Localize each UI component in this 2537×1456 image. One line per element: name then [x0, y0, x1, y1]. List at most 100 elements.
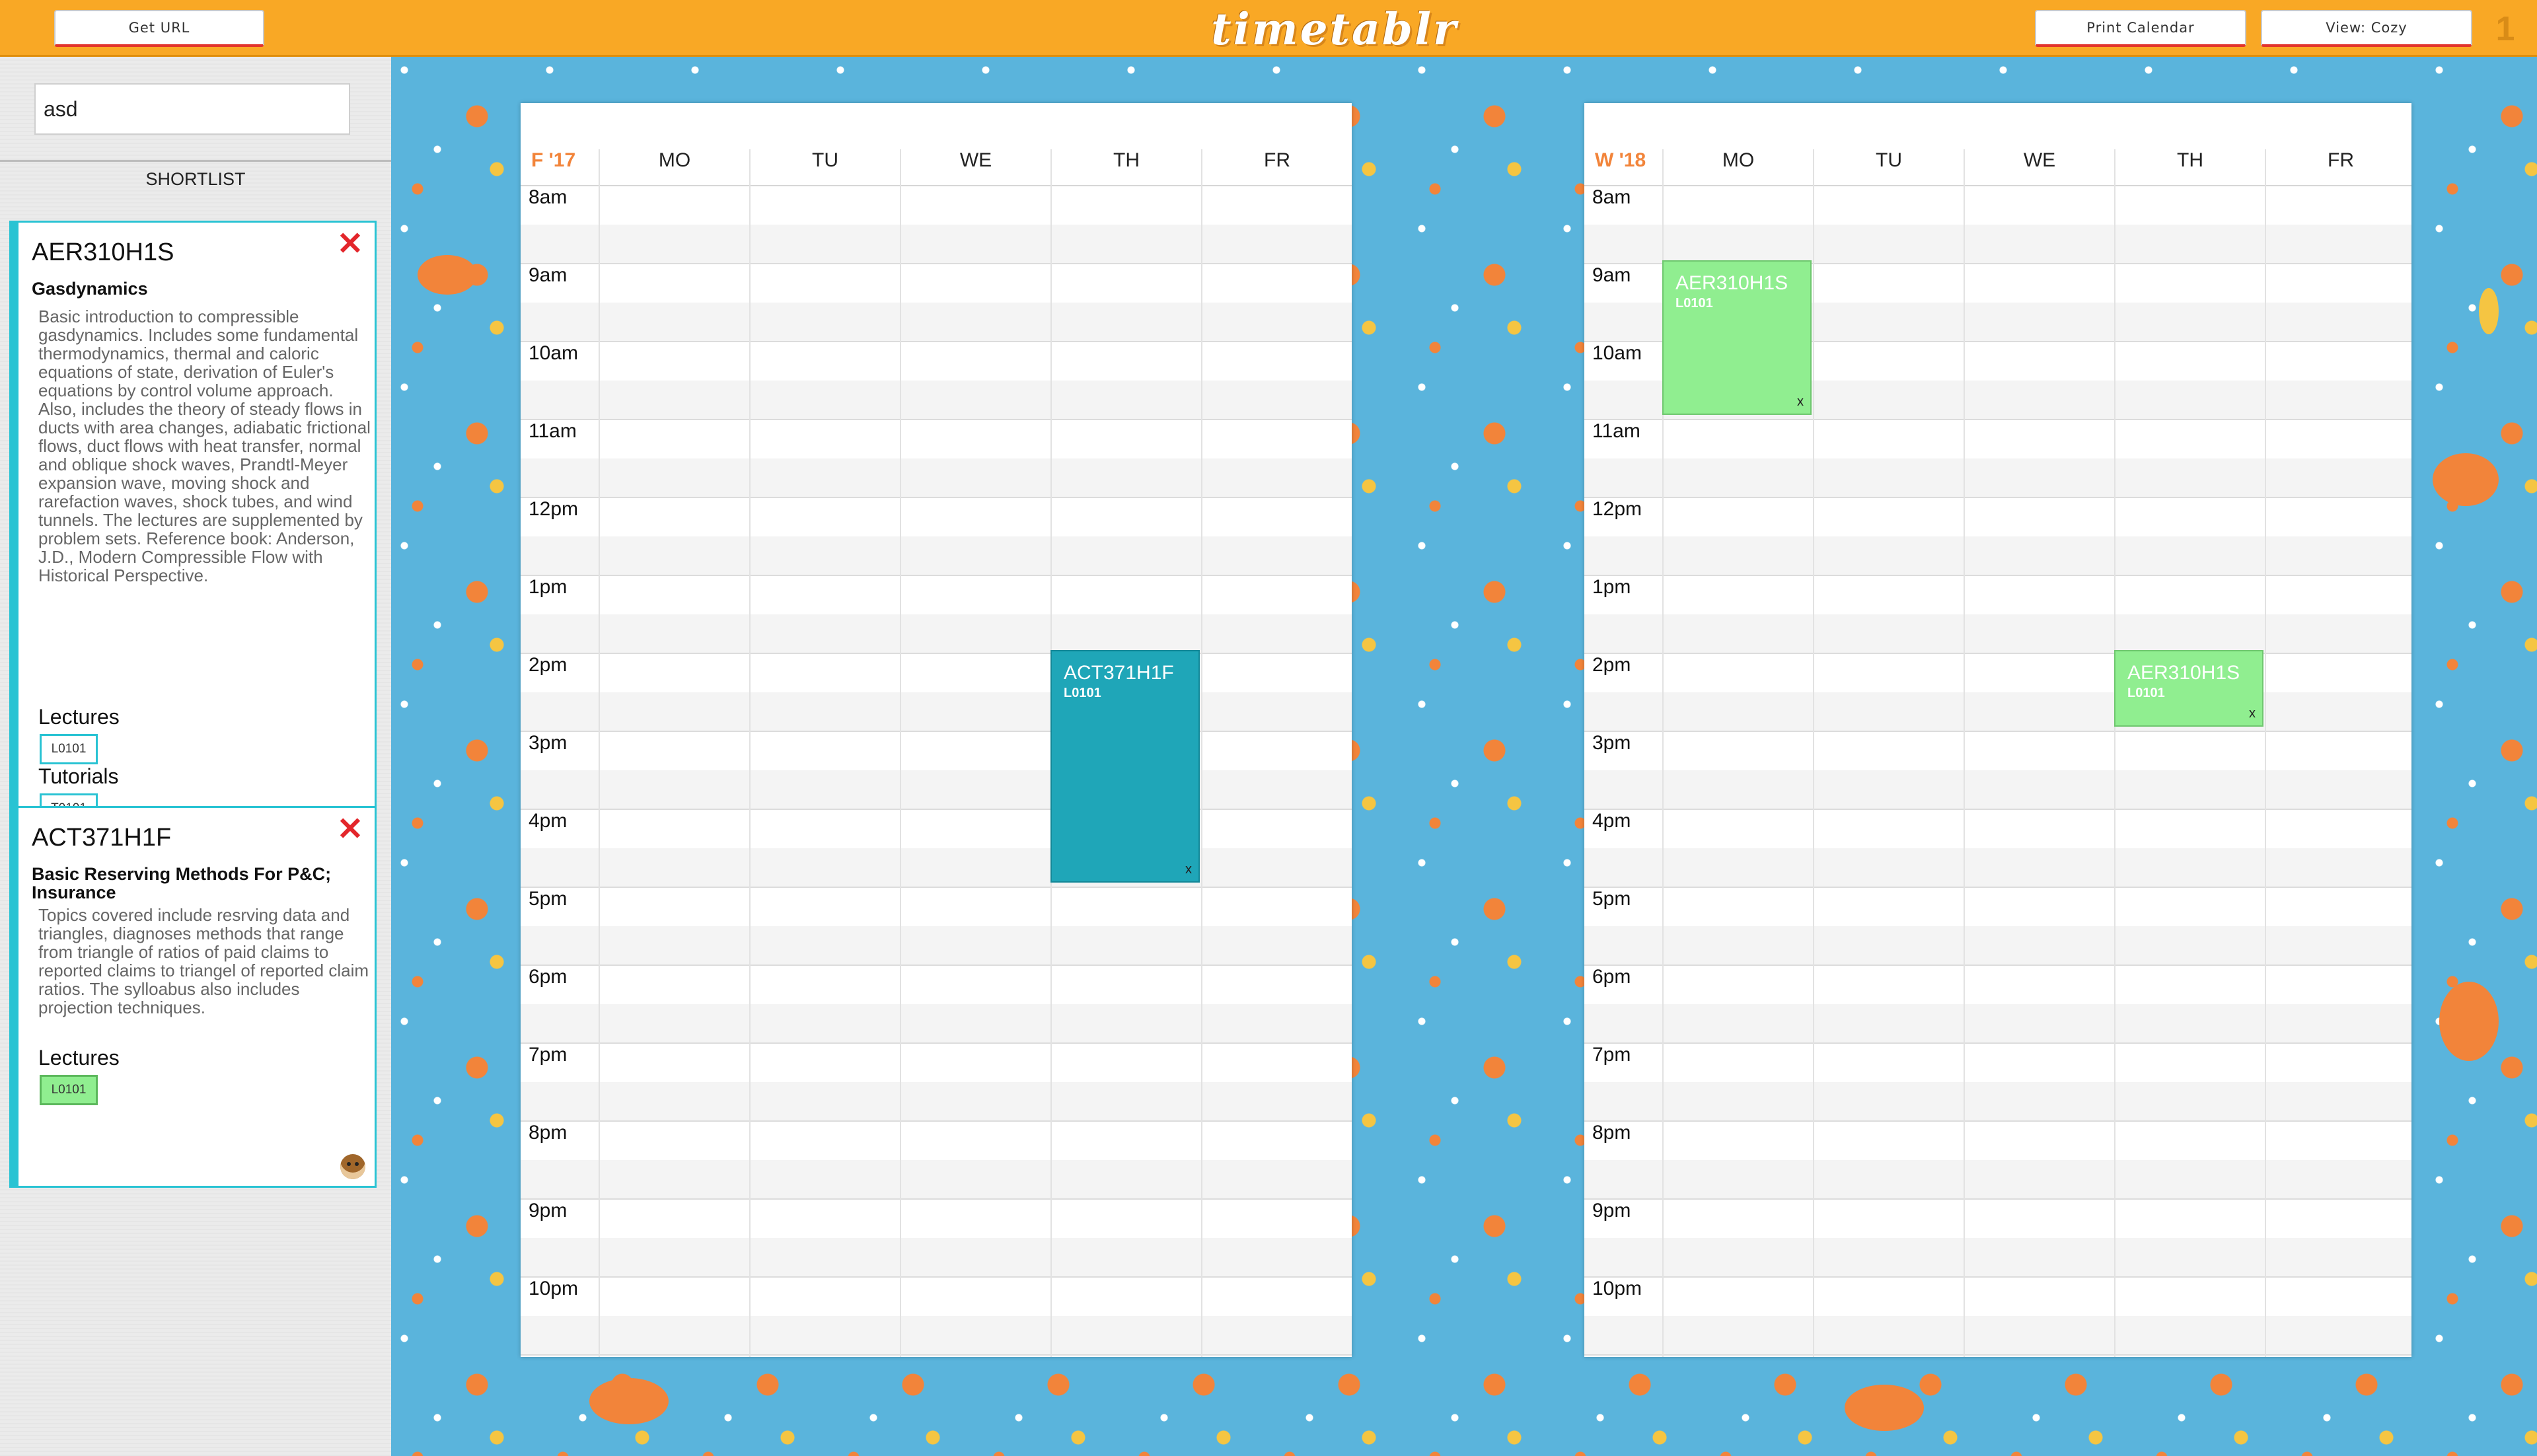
half-hour-slot[interactable]: [521, 770, 1352, 809]
lecture-section-tag[interactable]: L0101: [40, 734, 98, 764]
half-hour-slot[interactable]: [1584, 186, 2411, 225]
day-header-th: TH: [2177, 149, 2203, 171]
half-hour-slot[interactable]: [1584, 420, 2411, 458]
hour-label: 7pm: [1592, 1044, 1631, 1066]
half-hour-slot[interactable]: [521, 381, 1352, 419]
half-hour-slot[interactable]: [1584, 654, 2411, 692]
half-hour-slot[interactable]: [521, 888, 1352, 926]
hour-row: 6pm: [1584, 966, 2411, 1044]
get-url-button[interactable]: Get URL: [54, 10, 264, 47]
hour-row: 7pm: [1584, 1044, 2411, 1122]
half-hour-slot[interactable]: [521, 1122, 1352, 1160]
hour-label: 10pm: [529, 1278, 579, 1299]
hour-row: 2pm: [1584, 654, 2411, 732]
half-hour-slot[interactable]: [521, 966, 1352, 1004]
hour-row: 9pm: [1584, 1200, 2411, 1278]
day-header-th: TH: [1113, 149, 1140, 171]
remove-block-icon[interactable]: x: [2249, 706, 2256, 721]
half-hour-slot[interactable]: [1584, 732, 2411, 770]
half-hour-slot[interactable]: [521, 1238, 1352, 1276]
hour-label: 2pm: [529, 654, 568, 676]
half-hour-slot[interactable]: [1584, 1200, 2411, 1238]
half-hour-slot[interactable]: [1584, 966, 2411, 1004]
half-hour-slot[interactable]: [521, 614, 1352, 653]
remove-course-icon[interactable]: ✕: [335, 229, 365, 260]
half-hour-slot[interactable]: [521, 576, 1352, 614]
course-block-section: L0101: [1064, 686, 1101, 700]
half-hour-slot[interactable]: [521, 420, 1352, 458]
half-hour-slot[interactable]: [521, 654, 1352, 692]
half-hour-slot[interactable]: [521, 810, 1352, 848]
half-hour-slot[interactable]: [521, 536, 1352, 575]
remove-block-icon[interactable]: x: [1797, 394, 1804, 410]
top-bar: Get URL timetablr Print Calendar View: C…: [0, 0, 2537, 57]
half-hour-slot[interactable]: [521, 1160, 1352, 1198]
hour-row: 3pm: [521, 732, 1352, 810]
hour-label: 11am: [1592, 420, 1640, 442]
half-hour-slot[interactable]: [521, 1082, 1352, 1120]
column-divider: [1201, 149, 1202, 1357]
calendar-header: F '17 MO TU WE TH FR: [521, 103, 1352, 185]
lecture-section-tag[interactable]: L0101: [40, 1075, 98, 1105]
half-hour-slot[interactable]: [521, 225, 1352, 263]
half-hour-slot[interactable]: [521, 848, 1352, 887]
half-hour-slot[interactable]: [521, 264, 1352, 303]
half-hour-slot[interactable]: [1584, 848, 2411, 887]
half-hour-slot[interactable]: [1584, 888, 2411, 926]
print-calendar-button[interactable]: Print Calendar: [2035, 10, 2246, 47]
monkey-pattern-decoration: [418, 255, 477, 295]
half-hour-slot[interactable]: [1584, 1004, 2411, 1042]
course-card-aer310h1s[interactable]: AER310H1S ✕ Gasdynamics Basic introducti…: [9, 221, 377, 847]
half-hour-slot[interactable]: [1584, 1044, 2411, 1082]
course-block-aer310h1s[interactable]: AER310H1S L0101 x: [1662, 260, 1812, 415]
half-hour-slot[interactable]: [521, 342, 1352, 381]
remove-block-icon[interactable]: x: [1185, 862, 1192, 877]
half-hour-slot[interactable]: [1584, 770, 2411, 809]
view-mode-button[interactable]: View: Cozy: [2261, 10, 2472, 47]
hour-label: 6pm: [1592, 966, 1631, 988]
hour-row: 4pm: [1584, 810, 2411, 888]
tutorials-label: Tutorials: [38, 764, 119, 788]
hour-row: 8pm: [521, 1122, 1352, 1200]
hour-label: 5pm: [1592, 888, 1631, 910]
remove-course-icon[interactable]: ✕: [335, 814, 365, 846]
half-hour-slot[interactable]: [1584, 1082, 2411, 1120]
half-hour-slot[interactable]: [1584, 458, 2411, 497]
half-hour-slot[interactable]: [521, 303, 1352, 341]
half-hour-slot[interactable]: [521, 186, 1352, 225]
half-hour-slot[interactable]: [521, 1004, 1352, 1042]
hour-label: 9am: [1592, 264, 1631, 286]
half-hour-slot[interactable]: [1584, 225, 2411, 263]
column-divider: [2114, 149, 2115, 1357]
half-hour-slot[interactable]: [1584, 536, 2411, 575]
half-hour-slot[interactable]: [1584, 810, 2411, 848]
half-hour-slot[interactable]: [521, 498, 1352, 536]
half-hour-slot[interactable]: [521, 926, 1352, 965]
course-block-act371h1f[interactable]: ACT371H1F L0101 x: [1050, 650, 1200, 883]
half-hour-slot[interactable]: [1584, 614, 2411, 653]
half-hour-slot[interactable]: [521, 732, 1352, 770]
hour-label: 2pm: [1592, 654, 1631, 676]
hour-label: 9pm: [529, 1200, 568, 1221]
half-hour-slot[interactable]: [1584, 926, 2411, 965]
monkey-icon[interactable]: [340, 1154, 365, 1179]
course-card-act371h1f[interactable]: ACT371H1F ✕ Basic Reserving Methods For …: [9, 806, 377, 1188]
half-hour-slot[interactable]: [521, 1278, 1352, 1316]
half-hour-slot[interactable]: [521, 458, 1352, 497]
course-search-input[interactable]: [34, 83, 350, 135]
half-hour-slot[interactable]: [521, 1200, 1352, 1238]
half-hour-slot[interactable]: [1584, 1238, 2411, 1276]
course-block-aer310h1s[interactable]: AER310H1S L0101 x: [2114, 650, 2263, 727]
half-hour-slot[interactable]: [1584, 1316, 2411, 1354]
half-hour-slot[interactable]: [521, 1044, 1352, 1082]
half-hour-slot[interactable]: [1584, 1122, 2411, 1160]
course-block-code: ACT371H1F: [1064, 662, 1174, 684]
half-hour-slot[interactable]: [1584, 692, 2411, 731]
hour-label: 7pm: [529, 1044, 568, 1066]
half-hour-slot[interactable]: [521, 1316, 1352, 1354]
half-hour-slot[interactable]: [1584, 498, 2411, 536]
half-hour-slot[interactable]: [1584, 1160, 2411, 1198]
half-hour-slot[interactable]: [521, 692, 1352, 731]
half-hour-slot[interactable]: [1584, 1278, 2411, 1316]
half-hour-slot[interactable]: [1584, 576, 2411, 614]
